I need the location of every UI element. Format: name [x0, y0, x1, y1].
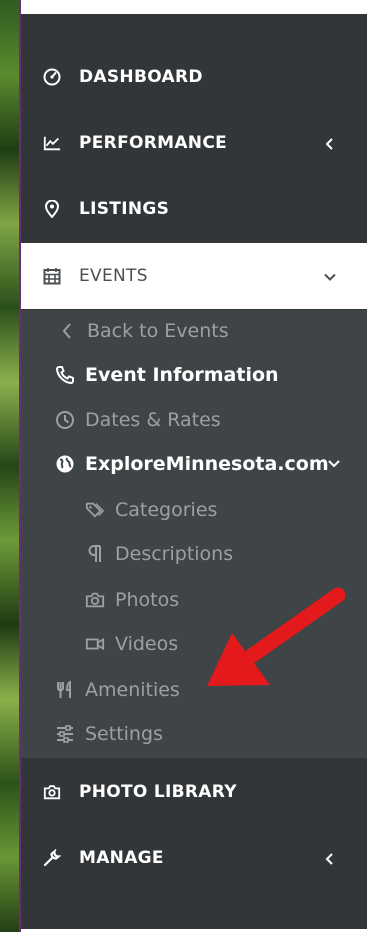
- nav-item-performance[interactable]: PERFORMANCE: [21, 110, 367, 176]
- events-submenu: Back to Events Event Information Dates &…: [21, 310, 367, 758]
- sidebar-nav: DASHBOARD PERFORMANCE LISTINGS EVENTS Ba…: [21, 14, 367, 929]
- sub-item-videos[interactable]: Videos: [85, 624, 178, 664]
- nav-item-listings[interactable]: LISTINGS: [21, 176, 367, 242]
- video-icon: [85, 634, 105, 654]
- chevron-left-icon: [57, 321, 77, 341]
- nav-item-dashboard[interactable]: DASHBOARD: [21, 44, 367, 110]
- globe-icon: [55, 454, 75, 474]
- sub-item-settings[interactable]: Settings: [55, 714, 163, 754]
- chevron-left-icon[interactable]: [323, 136, 337, 150]
- sub-item-photos[interactable]: Photos: [85, 580, 179, 620]
- gauge-icon: [43, 68, 61, 86]
- back-to-events-link[interactable]: Back to Events: [57, 311, 229, 351]
- sub-item-descriptions[interactable]: Descriptions: [85, 534, 233, 574]
- sub-item-label: ExploreMinnesota.com: [85, 453, 329, 475]
- sub-item-label: Descriptions: [115, 543, 234, 565]
- nav-label: EVENTS: [79, 266, 148, 286]
- map-pin-icon: [43, 200, 61, 218]
- nav-label: DASHBOARD: [79, 67, 203, 87]
- sub-item-label: Categories: [115, 499, 218, 521]
- sub-item-label: Settings: [85, 723, 163, 745]
- nav-item-manage[interactable]: MANAGE: [21, 825, 367, 891]
- sub-item-amenities[interactable]: Amenities: [55, 670, 180, 710]
- utensils-icon: [55, 680, 75, 700]
- nav-label: PERFORMANCE: [79, 133, 228, 153]
- sub-item-label: Dates & Rates: [85, 409, 221, 431]
- line-chart-icon: [43, 134, 61, 152]
- phone-icon: [55, 365, 75, 385]
- sub-item-label: Videos: [115, 633, 179, 655]
- clock-icon: [55, 410, 75, 430]
- background-photo: [0, 0, 19, 932]
- nav-label: PHOTO LIBRARY: [79, 782, 237, 802]
- nav-item-photo-library[interactable]: PHOTO LIBRARY: [21, 759, 367, 825]
- sub-item-event-information[interactable]: Event Information: [55, 355, 279, 395]
- nav-label: LISTINGS: [79, 199, 170, 219]
- nav-item-events[interactable]: EVENTS: [21, 243, 367, 309]
- sub-item-label: Amenities: [85, 679, 180, 701]
- chevron-down-icon[interactable]: [323, 269, 337, 283]
- sub-item-categories[interactable]: Categories: [85, 490, 217, 530]
- camera-icon: [85, 590, 105, 610]
- paragraph-icon: [85, 544, 105, 564]
- sub-item-dates-rates[interactable]: Dates & Rates: [55, 400, 221, 440]
- camera-icon: [43, 783, 61, 801]
- tags-icon: [85, 500, 105, 520]
- wrench-icon: [43, 849, 61, 867]
- calendar-icon: [43, 267, 61, 285]
- chevron-down-icon[interactable]: [327, 458, 341, 470]
- chevron-left-icon[interactable]: [323, 851, 337, 865]
- sub-item-exploreminnesota[interactable]: ExploreMinnesota.com: [55, 444, 341, 484]
- sliders-icon: [55, 724, 75, 744]
- sub-item-label: Photos: [115, 589, 180, 611]
- nav-label: MANAGE: [79, 848, 164, 868]
- sub-item-label: Event Information: [85, 364, 279, 386]
- sub-item-label: Back to Events: [87, 320, 229, 342]
